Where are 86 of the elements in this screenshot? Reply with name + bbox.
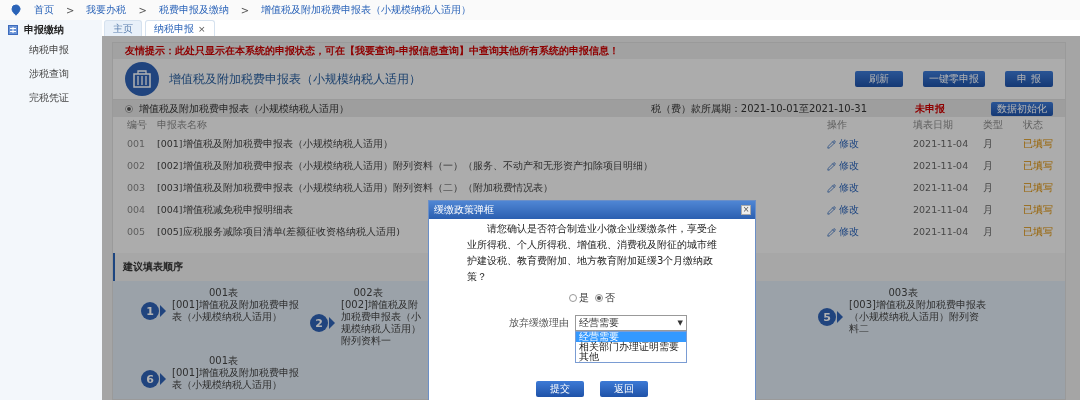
step-name: [001]增值税及附加税费申报表（小规模纳税人适用）	[172, 299, 300, 323]
radio-option[interactable]: 否	[595, 291, 615, 305]
breadcrumb-link[interactable]: 增值税及附加税费申报表（小规模纳税人适用）	[261, 3, 472, 17]
column-header: 类型	[983, 118, 1004, 132]
step-name: [002]增值税及附加税费申报表（小规模纳税人适用）附列资料一	[341, 299, 422, 347]
step-name: [003]增值税及附加税费申报表（小规模纳税人适用）附列资料二	[849, 299, 987, 335]
form-title: 增值税及附加税费申报表（小规模纳税人适用）	[169, 70, 422, 88]
step-code: 003表	[888, 287, 918, 299]
chevron-icon	[160, 305, 166, 317]
chevron-icon	[837, 311, 843, 323]
tab[interactable]: 主页	[104, 20, 142, 36]
column-header: 状态	[1023, 118, 1044, 132]
sidebar-item[interactable]: 涉税查询	[0, 62, 102, 86]
radio-option[interactable]: 是	[569, 291, 589, 305]
table-cell-text: 月	[983, 203, 994, 217]
breadcrumb-link[interactable]: 首页	[34, 3, 54, 17]
table-cell-text: 2021-11-04	[913, 137, 970, 151]
column-header: 填表日期	[913, 118, 954, 132]
table-cell-text: 2021-11-04	[913, 181, 970, 195]
dialog-button[interactable]: 提交	[536, 381, 584, 397]
radio-button[interactable]	[125, 104, 133, 113]
table-cell-text: [003]增值税及附加税费申报表（小规模纳税人适用）附列资料（二）（附加税费情况表）	[157, 181, 553, 195]
table-cell-text: [005]应税服务减除项目清单(差额征收资格纳税人适用)	[157, 225, 400, 239]
action-button[interactable]: 申 报	[1005, 71, 1053, 87]
step-name: [001]增值税及附加税费申报表（小规模纳税人适用）	[172, 367, 300, 391]
dialog-button[interactable]: 返回	[600, 381, 648, 397]
edit-link[interactable]: 修改	[827, 133, 859, 155]
table-cell-text: 月	[983, 225, 994, 239]
chevron-icon	[329, 317, 335, 329]
pencil-icon	[827, 161, 836, 171]
table-cell-text: 已填写	[1023, 225, 1054, 239]
table-cell-text: 001	[127, 137, 147, 151]
table-cell-text: [004]增值税减免税申报明细表	[157, 203, 293, 217]
edit-link[interactable]: 修改	[827, 155, 859, 177]
action-button[interactable]: 刷新	[855, 71, 903, 87]
table-cell-text: 003	[127, 181, 147, 195]
close-button[interactable]: ×	[741, 205, 751, 215]
column-header: 编号	[127, 118, 148, 132]
notice-text: 友情提示：此处只显示在本系统的申报状态，可在【我要查询-申报信息查询】中查询其他所有系统的申报信息！	[113, 43, 1065, 59]
table-cell-text: 2021-11-04	[913, 203, 970, 217]
breadcrumb-link[interactable]: 税费申报及缴纳	[158, 3, 229, 17]
table-cell-text: 004	[127, 203, 147, 217]
pencil-icon	[827, 139, 836, 149]
table-cell-text: 月	[983, 137, 994, 151]
pencil-icon	[827, 183, 836, 193]
column-header: 操作	[827, 118, 848, 132]
breadcrumb-separator: >	[240, 4, 250, 16]
step-code: 001表	[208, 287, 239, 299]
edit-link[interactable]: 修改	[827, 221, 859, 243]
action-button[interactable]: 一键零申报	[923, 71, 985, 87]
pencil-icon	[827, 227, 836, 237]
modal-title: 缓缴政策弹框	[434, 203, 494, 217]
table-cell-text: 005	[127, 225, 147, 239]
step-code: 001表	[208, 355, 239, 367]
column-header: 申报表名称	[157, 118, 208, 132]
chevron-icon	[160, 373, 166, 385]
init-data-button[interactable]: 数据初始化	[991, 101, 1053, 116]
table-cell-text: [001]增值税及附加税费申报表（小规模纳税人适用）	[157, 137, 393, 151]
table-cell-text: 2021-11-04	[913, 225, 970, 239]
table-cell-text: 已填写	[1023, 181, 1054, 195]
sidebar-item[interactable]: 完税凭证	[0, 86, 102, 110]
breadcrumb-separator: >	[66, 4, 75, 16]
table-cell-text: 已填写	[1023, 203, 1054, 217]
table-cell-text: 月	[983, 181, 994, 195]
close-icon[interactable]: ×	[198, 23, 206, 34]
field-label: 放弃缓缴理由	[509, 316, 569, 330]
table-cell-text: 002	[127, 159, 147, 173]
grid-icon	[8, 25, 18, 35]
location-pin-icon	[10, 4, 22, 16]
table-cell-text: 2021-11-04	[913, 159, 970, 173]
table-cell-text: 已填写	[1023, 137, 1054, 151]
table-cell-text: [002]增值税及附加税费申报表（小规模纳税人适用）附列资料（一）（服务、不动产和无形资产扣除项目明细）	[157, 159, 653, 173]
sidebar-item[interactable]: 纳税申报	[0, 38, 102, 62]
tax-period: 税（费）款所属期：2021-10-01至2021-10-31	[650, 101, 867, 116]
sidebar-heading: 申报缴纳	[24, 23, 64, 37]
step-code: 002表	[353, 287, 383, 299]
edit-link[interactable]: 修改	[827, 177, 859, 199]
breadcrumb-separator: >	[138, 4, 147, 16]
section-label: 增值税及附加税费申报表（小规模纳税人适用）	[139, 101, 350, 116]
filing-status: 未申报	[915, 101, 945, 116]
tab[interactable]: 纳税申报 ×	[145, 20, 215, 36]
pencil-icon	[827, 205, 836, 215]
table-cell-text: 月	[983, 159, 994, 173]
table-cell-text: 已填写	[1023, 159, 1054, 173]
breadcrumb-link[interactable]: 我要办税	[86, 3, 127, 17]
edit-link[interactable]: 修改	[827, 199, 859, 221]
